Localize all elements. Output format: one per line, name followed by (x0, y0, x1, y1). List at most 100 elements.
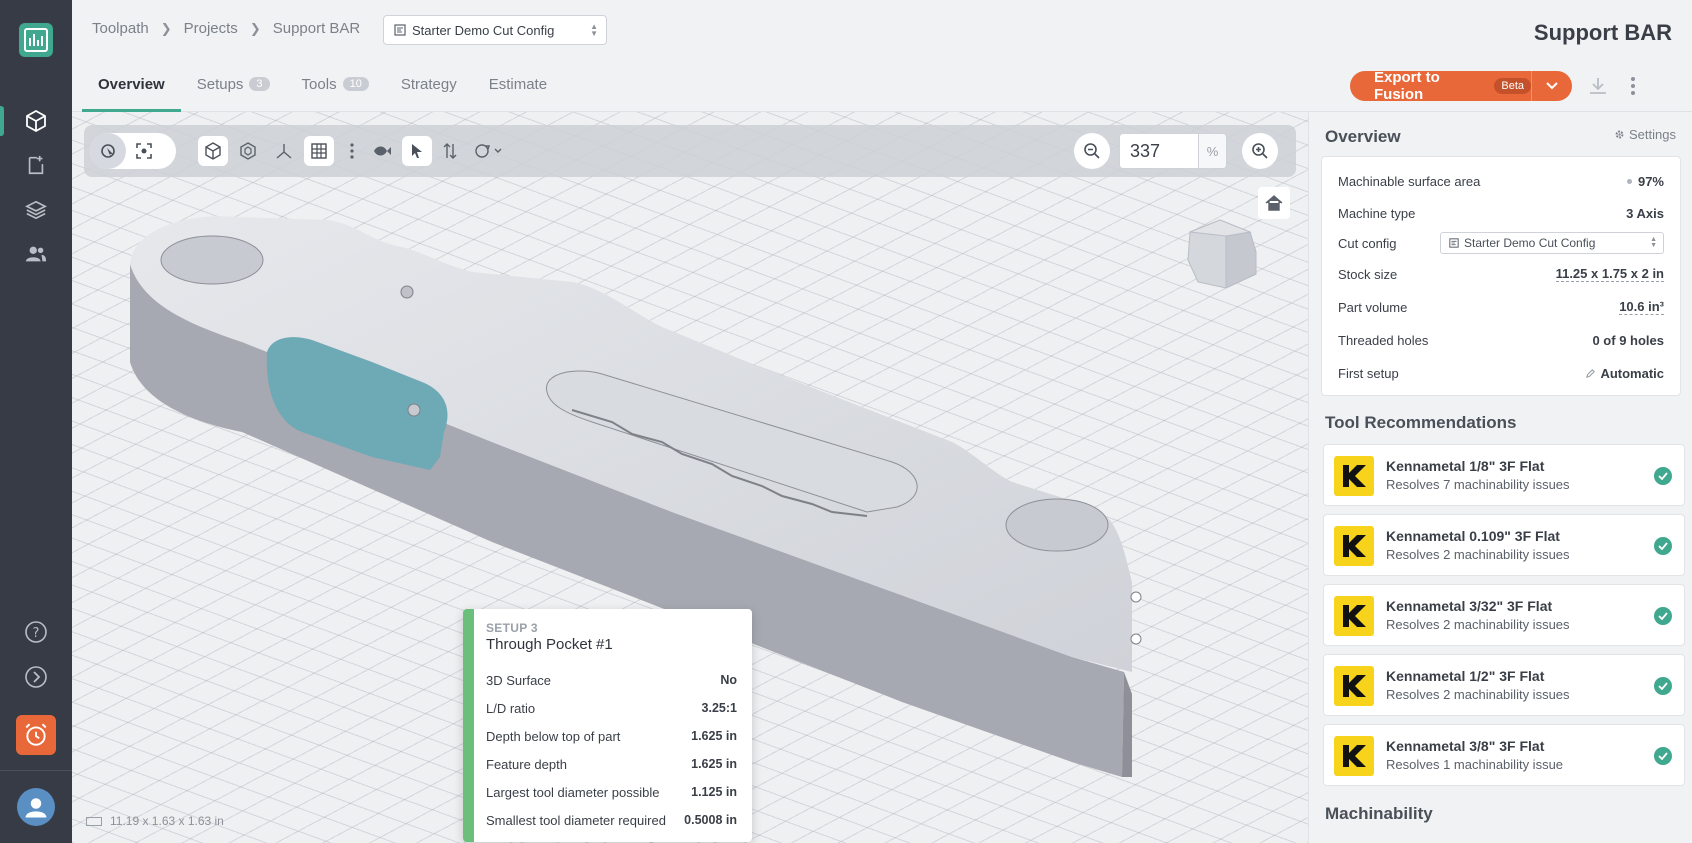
users-icon (25, 246, 47, 262)
updown-icon: ▲ ▼ (590, 22, 598, 38)
popup-rows: 3D Surface No L/D ratio 3.25:1 Depth below… (486, 666, 737, 834)
solid-view-button[interactable] (198, 136, 228, 166)
kennametal-k-icon (1343, 605, 1366, 627)
machinability-title: Machinability (1325, 804, 1433, 823)
status-dot (1626, 178, 1632, 184)
axes-view-button[interactable] (266, 133, 302, 169)
overview-row-surface-area: Machinable surface area 97% (1338, 170, 1664, 192)
tab-estimate[interactable]: Estimate (473, 66, 563, 112)
tab-tools[interactable]: Tools 10 (286, 66, 385, 112)
tab-overview[interactable]: Overview (82, 66, 181, 112)
row-label: Machine type (1338, 205, 1416, 221)
surface-area-value: 97% (1637, 173, 1664, 189)
tool-recommendation-card[interactable]: Kennametal 1/2" 3F Flat Resolves 2 machi… (1323, 654, 1685, 716)
kennametal-k-icon (1343, 535, 1366, 557)
wireframe-view-button[interactable] (230, 133, 266, 169)
fit-view-button[interactable] (126, 133, 162, 169)
select-mode-button[interactable] (90, 133, 126, 169)
nav-parts-button[interactable] (0, 103, 54, 139)
part-volume-value[interactable]: 10.6 in³ (1619, 299, 1664, 315)
tool-recommendation-card[interactable]: Kennametal 3/32" 3F Flat Resolves 2 mach… (1323, 584, 1685, 646)
tool-recommendation-card[interactable]: Kennametal 0.109" 3F Flat Resolves 2 mac… (1323, 514, 1685, 576)
orbit-tool-button[interactable] (432, 133, 468, 169)
export-to-fusion-button[interactable]: Export to Fusion Beta (1350, 69, 1532, 103)
3d-viewport[interactable]: 337 % 11.19 x 1.63 x 1.63 in SETUP 3 Thr… (72, 112, 1308, 843)
row-label: Part volume (1338, 299, 1408, 315)
nav-layers-button[interactable] (18, 192, 54, 228)
row-value: 97% (1626, 173, 1664, 189)
first-setup-text: Automatic (1600, 365, 1664, 381)
alarm-button[interactable] (16, 715, 56, 755)
breadcrumb-project[interactable]: Support BAR (273, 20, 361, 37)
download-button[interactable] (1586, 74, 1610, 98)
ruler-icon (86, 816, 102, 826)
export-label: Export to Fusion (1374, 69, 1440, 103)
tab-setups[interactable]: Setups 3 (181, 66, 286, 112)
dimensions-text: 11.19 x 1.63 x 1.63 in (110, 814, 224, 828)
overview-card: Machinable surface area 97% Machine type… (1321, 156, 1681, 396)
section-view-button[interactable] (364, 133, 400, 169)
row-label: Threaded holes (1338, 332, 1429, 348)
tab-bar: Overview Setups 3 Tools 10 Strategy Estima… (82, 66, 563, 112)
viewport-toolbar: 337 % (84, 125, 1296, 177)
zoom-out-button[interactable] (1074, 133, 1110, 169)
fit-screen-icon (136, 143, 152, 159)
export-button-group: Export to Fusion Beta (1350, 69, 1572, 103)
stock-size-value[interactable]: 11.25 x 1.75 x 2 in (1555, 266, 1664, 282)
tool-name: Kennametal 1/8" 3F Flat (1386, 458, 1545, 474)
tab-count-badge: 3 (249, 77, 270, 91)
tab-label: Tools (301, 76, 337, 93)
help-button[interactable]: ? (18, 614, 54, 650)
tab-strategy[interactable]: Strategy (385, 66, 473, 112)
nav-add-part-button[interactable] (18, 147, 54, 183)
cube-icon (205, 142, 221, 160)
tool-description: Resolves 7 machinability issues (1386, 477, 1570, 492)
user-avatar[interactable] (17, 788, 55, 826)
overview-row-machine-type: Machine type 3 Axis (1338, 202, 1664, 224)
header: Toolpath ❯ Projects ❯ Support BAR Starte… (72, 0, 1692, 112)
row-label: Cut config (1338, 235, 1397, 251)
breadcrumb-projects[interactable]: Projects (184, 20, 238, 37)
layers-icon (25, 200, 47, 220)
cut-config-dropdown-value: Starter Demo Cut Config (1464, 236, 1596, 250)
more-options-button[interactable] (1621, 74, 1645, 98)
tool-recommendation-card[interactable]: Kennametal 1/8" 3F Flat Resolves 7 machi… (1323, 444, 1685, 506)
pointer-tool-button[interactable] (402, 136, 432, 166)
overview-row-cut-config: Cut config Starter Demo Cut Config ▲ ▼ (1338, 232, 1664, 254)
popup-row: Feature depth 1.625 in (486, 750, 737, 778)
cut-config-select[interactable]: Starter Demo Cut Config ▲ ▼ (383, 15, 607, 45)
tool-name: Kennametal 3/32" 3F Flat (1386, 598, 1553, 614)
tool-recommendation-card[interactable]: Kennametal 3/8" 3F Flat Resolves 1 machi… (1323, 724, 1685, 786)
row-label: First setup (1338, 365, 1399, 381)
tool-recommendations-title: Tool Recommendations (1325, 413, 1517, 432)
row-label: Machinable surface area (1338, 173, 1481, 189)
first-setup-value[interactable]: Automatic (1585, 366, 1664, 381)
export-options-button[interactable] (1532, 82, 1572, 90)
row-label: 3D Surface (486, 672, 552, 688)
rotate-icon (475, 144, 502, 158)
kennametal-logo (1334, 736, 1374, 776)
grid-toggle-button[interactable] (304, 136, 334, 166)
kennametal-logo (1334, 526, 1374, 566)
expand-rail-button[interactable] (18, 659, 54, 695)
tool-name: Kennametal 1/2" 3F Flat (1386, 668, 1545, 684)
breadcrumb-toolpath[interactable]: Toolpath (92, 20, 149, 37)
cursor-icon (412, 144, 422, 158)
breadcrumb: Toolpath ❯ Projects ❯ Support BAR (92, 20, 360, 37)
app-logo[interactable] (19, 23, 53, 57)
cut-config-dropdown[interactable]: Starter Demo Cut Config ▲ ▼ (1440, 232, 1664, 254)
row-value: 1.625 in (691, 729, 737, 743)
view-cube[interactable] (1180, 212, 1264, 302)
zoom-in-button[interactable] (1242, 133, 1278, 169)
feature-info-popup: SETUP 3 Through Pocket #1 3D Surface No L… (463, 609, 752, 842)
svg-text:?: ? (33, 626, 40, 641)
alarm-clock-icon (25, 723, 47, 746)
axes-icon (276, 144, 292, 159)
nav-team-button[interactable] (18, 236, 54, 272)
rotate-menu-button[interactable] (468, 133, 508, 169)
overview-row-stock-size: Stock size 11.25 x 1.75 x 2 in (1338, 263, 1664, 285)
settings-link[interactable]: Settings (1614, 127, 1676, 142)
zoom-level-input[interactable]: 337 (1119, 133, 1199, 169)
tab-label: Setups (196, 76, 244, 93)
add-document-icon (28, 155, 44, 175)
